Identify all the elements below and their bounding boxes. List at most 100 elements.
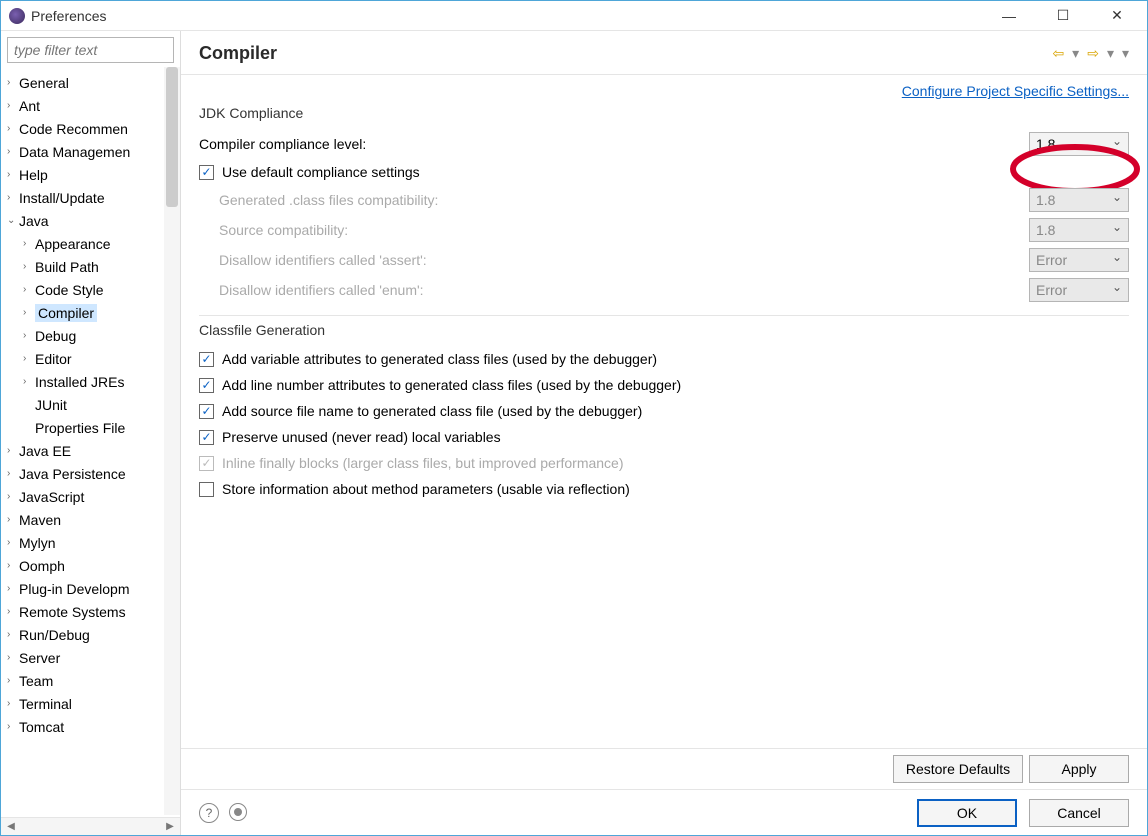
- jdk-compliance-group: JDK Compliance: [199, 105, 1129, 121]
- tree-item-installed-jres[interactable]: ›Installed JREs: [1, 370, 180, 393]
- add-variable-attr-checkbox[interactable]: ✓Add variable attributes to generated cl…: [199, 346, 1129, 372]
- tree-item-label: Server: [19, 650, 60, 666]
- minimize-button[interactable]: —: [991, 2, 1027, 30]
- tree-item-label: Team: [19, 673, 53, 689]
- tree-item-terminal[interactable]: ›Terminal: [1, 692, 180, 715]
- tree-item-data-managemen[interactable]: ›Data Managemen: [1, 140, 180, 163]
- ok-button[interactable]: OK: [917, 799, 1017, 827]
- chevron-icon: ›: [7, 123, 19, 134]
- chevron-icon: ›: [7, 675, 19, 686]
- record-icon[interactable]: [229, 803, 247, 821]
- cancel-button[interactable]: Cancel: [1029, 799, 1129, 827]
- use-default-checkbox[interactable]: ✓ Use default compliance settings: [199, 159, 1129, 185]
- back-icon[interactable]: ⇦: [1052, 45, 1064, 62]
- tree-item-ant[interactable]: ›Ant: [1, 94, 180, 117]
- apply-button[interactable]: Apply: [1029, 755, 1129, 783]
- chevron-icon: ›: [7, 606, 19, 617]
- chevron-icon: ›: [23, 376, 35, 387]
- tree-item-oomph[interactable]: ›Oomph: [1, 554, 180, 577]
- tree-item-maven[interactable]: ›Maven: [1, 508, 180, 531]
- tree-item-label: Help: [19, 167, 48, 183]
- view-menu-icon[interactable]: ▾: [1122, 45, 1129, 62]
- tree-item-general[interactable]: ›General: [1, 71, 180, 94]
- forward-menu-icon[interactable]: ▾: [1107, 45, 1114, 62]
- configure-project-link[interactable]: Configure Project Specific Settings...: [902, 83, 1129, 99]
- tree-item-label: Compiler: [35, 304, 97, 322]
- chevron-icon: ›: [7, 146, 19, 157]
- chevron-icon: ›: [7, 77, 19, 88]
- generated-class-select: 1.8: [1029, 188, 1129, 212]
- preferences-tree[interactable]: ›General›Ant›Code Recommen›Data Manageme…: [1, 69, 180, 817]
- help-icon[interactable]: ?: [199, 803, 219, 823]
- tree-item-build-path[interactable]: ›Build Path: [1, 255, 180, 278]
- tree-item-editor[interactable]: ›Editor: [1, 347, 180, 370]
- classfile-group: Classfile Generation: [199, 322, 1129, 338]
- chevron-icon: ›: [7, 721, 19, 732]
- filter-input[interactable]: [7, 37, 174, 63]
- add-line-number-checkbox[interactable]: ✓Add line number attributes to generated…: [199, 372, 1129, 398]
- window-title: Preferences: [31, 8, 991, 24]
- tree-item-install-update[interactable]: ›Install/Update: [1, 186, 180, 209]
- restore-defaults-button[interactable]: Restore Defaults: [893, 755, 1023, 783]
- eclipse-icon: [9, 8, 25, 24]
- tree-item-run-debug[interactable]: ›Run/Debug: [1, 623, 180, 646]
- chevron-icon: ›: [7, 583, 19, 594]
- tree-item-tomcat[interactable]: ›Tomcat: [1, 715, 180, 738]
- chevron-icon: ›: [7, 514, 19, 525]
- tree-item-java[interactable]: ⌄Java: [1, 209, 180, 232]
- tree-item-javascript[interactable]: ›JavaScript: [1, 485, 180, 508]
- maximize-button[interactable]: ☐: [1045, 2, 1081, 30]
- tree-item-label: Properties File: [35, 420, 125, 436]
- add-source-file-checkbox[interactable]: ✓Add source file name to generated class…: [199, 398, 1129, 424]
- source-compat-label: Source compatibility:: [219, 222, 1029, 238]
- tree-item-remote-systems[interactable]: ›Remote Systems: [1, 600, 180, 623]
- tree-item-properties-file[interactable]: Properties File: [1, 416, 180, 439]
- forward-icon[interactable]: ⇨: [1087, 45, 1099, 62]
- tree-item-label: Debug: [35, 328, 76, 344]
- tree-item-label: Data Managemen: [19, 144, 130, 160]
- tree-item-team[interactable]: ›Team: [1, 669, 180, 692]
- tree-item-label: Build Path: [35, 259, 99, 275]
- back-menu-icon[interactable]: ▾: [1072, 45, 1079, 62]
- chevron-icon: ⌄: [7, 215, 19, 226]
- store-method-params-checkbox[interactable]: Store information about method parameter…: [199, 476, 1129, 502]
- tree-item-label: Code Recommen: [19, 121, 128, 137]
- disallow-assert-select: Error: [1029, 248, 1129, 272]
- compliance-level-select[interactable]: 1.8: [1029, 132, 1129, 156]
- tree-item-junit[interactable]: JUnit: [1, 393, 180, 416]
- chevron-icon: ›: [7, 491, 19, 502]
- tree-item-label: Java: [19, 213, 49, 229]
- tree-item-appearance[interactable]: ›Appearance: [1, 232, 180, 255]
- tree-item-java-ee[interactable]: ›Java EE: [1, 439, 180, 462]
- vertical-scrollbar[interactable]: [164, 67, 180, 815]
- page-title: Compiler: [199, 43, 1052, 64]
- tree-item-label: Java Persistence: [19, 466, 126, 482]
- tree-item-label: Editor: [35, 351, 72, 367]
- tree-item-help[interactable]: ›Help: [1, 163, 180, 186]
- disallow-assert-label: Disallow identifiers called 'assert':: [219, 252, 1029, 268]
- tree-item-label: Code Style: [35, 282, 103, 298]
- tree-item-label: Install/Update: [19, 190, 105, 206]
- tree-item-label: Ant: [19, 98, 40, 114]
- chevron-icon: ›: [7, 169, 19, 180]
- tree-item-label: Appearance: [35, 236, 111, 252]
- tree-item-code-recommen[interactable]: ›Code Recommen: [1, 117, 180, 140]
- close-button[interactable]: ✕: [1099, 2, 1135, 30]
- tree-item-compiler[interactable]: ›Compiler: [1, 301, 180, 324]
- tree-item-code-style[interactable]: ›Code Style: [1, 278, 180, 301]
- tree-item-server[interactable]: ›Server: [1, 646, 180, 669]
- tree-item-label: Run/Debug: [19, 627, 90, 643]
- tree-item-plug-in-developm[interactable]: ›Plug-in Developm: [1, 577, 180, 600]
- chevron-icon: ›: [7, 698, 19, 709]
- tree-item-mylyn[interactable]: ›Mylyn: [1, 531, 180, 554]
- sidebar: ›General›Ant›Code Recommen›Data Manageme…: [1, 31, 181, 835]
- tree-item-java-persistence[interactable]: ›Java Persistence: [1, 462, 180, 485]
- inline-finally-checkbox: ✓Inline finally blocks (larger class fil…: [199, 450, 1129, 476]
- horizontal-scrollbar[interactable]: ◀▶: [1, 817, 180, 835]
- titlebar: Preferences — ☐ ✕: [1, 1, 1147, 31]
- tree-item-label: Maven: [19, 512, 61, 528]
- source-compat-select: 1.8: [1029, 218, 1129, 242]
- generated-class-label: Generated .class files compatibility:: [219, 192, 1029, 208]
- preserve-unused-checkbox[interactable]: ✓Preserve unused (never read) local vari…: [199, 424, 1129, 450]
- tree-item-debug[interactable]: ›Debug: [1, 324, 180, 347]
